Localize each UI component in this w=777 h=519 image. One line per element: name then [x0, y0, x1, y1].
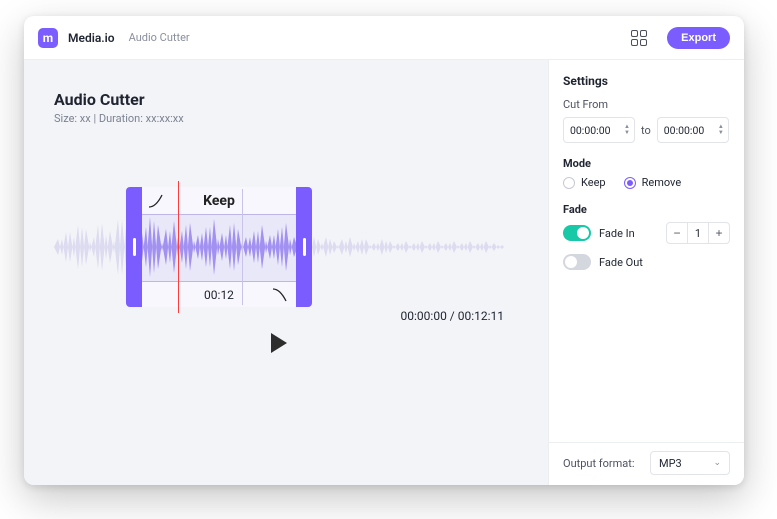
radio-icon	[563, 177, 575, 189]
output-format-value: MP3	[659, 457, 682, 470]
file-meta: Size: xx | Duration: xx:xx:xx	[54, 112, 530, 125]
waveform[interactable]: Keep 00:12	[54, 197, 504, 297]
output-footer: Output format: MP3 ⌄	[549, 442, 744, 485]
fade-out-toggle[interactable]	[563, 254, 591, 270]
fade-out-curve-icon	[272, 287, 288, 303]
breadcrumb: Audio Cutter	[129, 31, 190, 44]
mode-remove-label: Remove	[642, 176, 682, 189]
mode-title: Mode	[563, 157, 730, 170]
main-panel: Audio Cutter Size: xx | Duration: xx:xx:…	[24, 60, 548, 485]
output-format-label: Output format:	[563, 457, 635, 470]
fade-title: Fade	[563, 203, 730, 216]
chevron-down-icon: ⌄	[713, 458, 721, 468]
cut-from-stepper[interactable]: ▲▼	[624, 124, 630, 136]
mode-keep-label: Keep	[581, 176, 606, 189]
app-body: Audio Cutter Size: xx | Duration: xx:xx:…	[24, 60, 744, 485]
settings-panel: Settings Cut From 00:00:00 ▲▼ to 00:00:0…	[548, 60, 744, 485]
radio-icon	[624, 177, 636, 189]
time-display: 00:00:00 / 00:12:11	[401, 309, 504, 323]
fade-in-curve-icon	[148, 193, 164, 209]
export-button[interactable]: Export	[667, 27, 730, 49]
mode-radio-keep[interactable]: Keep	[563, 176, 606, 189]
cut-to-value: 00:00:00	[664, 124, 705, 137]
fade-in-value: 1	[687, 223, 709, 243]
decrement-button[interactable]: −	[667, 223, 687, 243]
cut-from-input[interactable]: 00:00:00 ▲▼	[563, 117, 635, 143]
playhead-line	[178, 181, 179, 313]
cut-to-input[interactable]: 00:00:00 ▲▼	[657, 117, 729, 143]
logo-icon: m	[38, 28, 58, 48]
fade-out-label: Fade Out	[599, 256, 643, 269]
selection-top-bar: Keep	[142, 187, 296, 215]
increment-button[interactable]: +	[709, 223, 729, 243]
fade-in-toggle[interactable]	[563, 225, 591, 241]
settings-title: Settings	[563, 74, 730, 88]
selection-divider	[242, 189, 243, 305]
brand-name: Media.io	[68, 31, 115, 45]
fade-in-label: Fade In	[599, 227, 635, 240]
play-button[interactable]	[271, 333, 287, 353]
header-bar: m Media.io Audio Cutter Export	[24, 16, 744, 60]
page-title: Audio Cutter	[54, 90, 530, 109]
output-format-select[interactable]: MP3 ⌄	[650, 451, 730, 475]
selection-time: 00:12	[204, 288, 234, 302]
selection-label: Keep	[203, 193, 235, 209]
cut-to-stepper[interactable]: ▲▼	[718, 124, 724, 136]
cut-from-value: 00:00:00	[570, 124, 611, 137]
chevron-down-icon[interactable]: ▼	[718, 130, 724, 136]
app-window: m Media.io Audio Cutter Export Audio Cut…	[24, 16, 744, 485]
to-label: to	[641, 124, 651, 137]
apps-grid-icon[interactable]	[631, 30, 647, 46]
chevron-down-icon[interactable]: ▼	[624, 130, 630, 136]
selection-handle-left[interactable]	[126, 187, 142, 307]
time-display-row: 00:00:00 / 00:12:11	[54, 309, 504, 323]
fade-in-stepper[interactable]: − 1 +	[666, 222, 730, 244]
mode-radio-remove[interactable]: Remove	[624, 176, 682, 189]
selection-bottom-bar: 00:12	[142, 281, 296, 307]
selection-box[interactable]: Keep 00:12	[139, 187, 299, 307]
selection-handle-right[interactable]	[296, 187, 312, 307]
cut-from-label: Cut From	[563, 98, 730, 111]
